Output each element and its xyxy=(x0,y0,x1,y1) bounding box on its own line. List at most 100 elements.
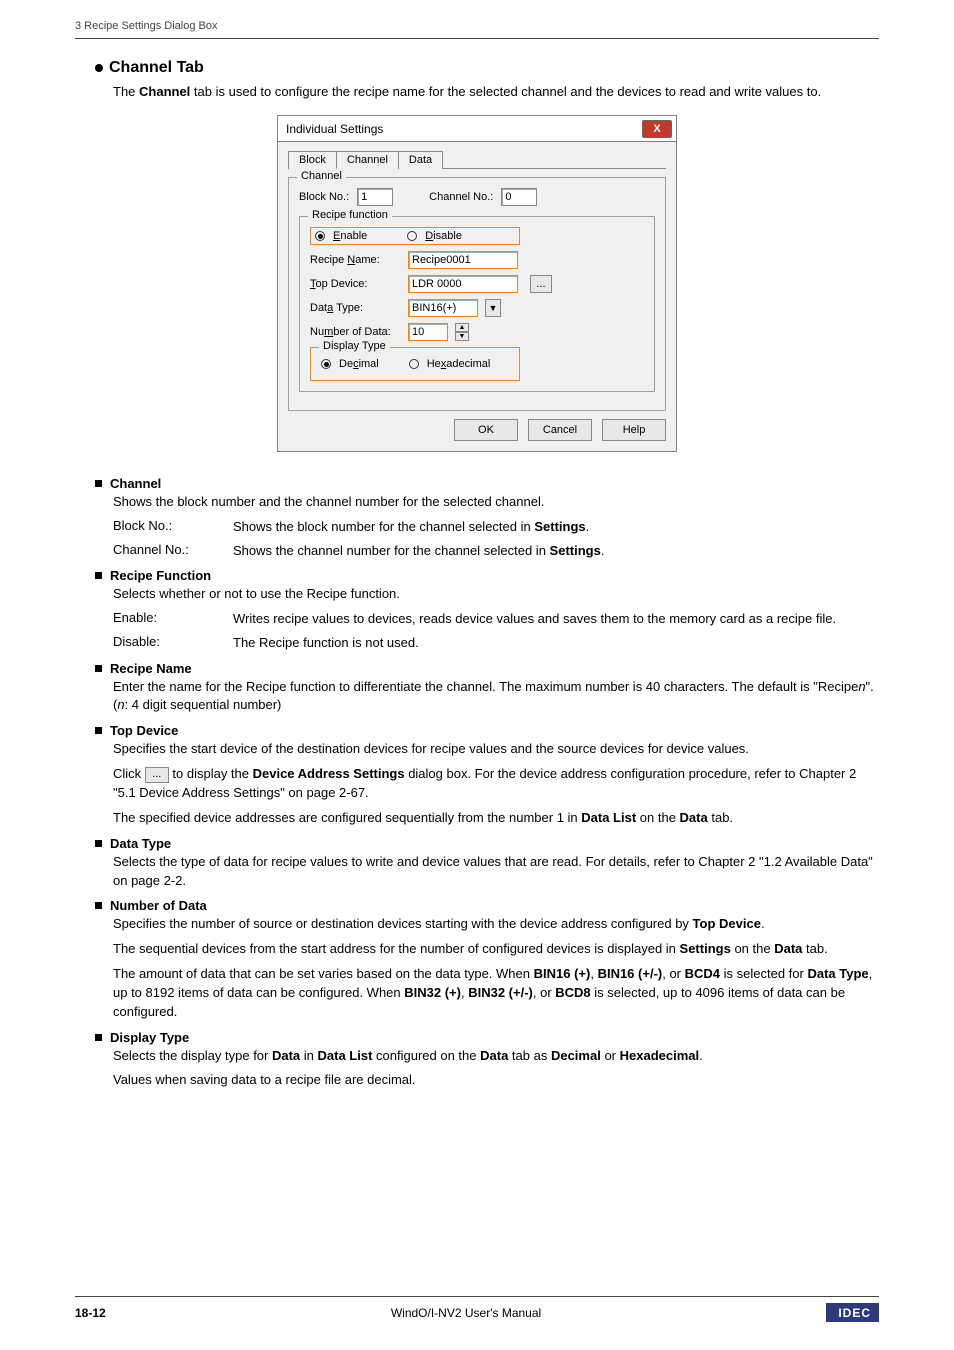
top-device-click: Click ... to display the Device Address … xyxy=(113,765,879,803)
txt: BCD8 xyxy=(555,985,590,1000)
square-bullet-icon xyxy=(95,840,102,847)
txt: Settings xyxy=(680,941,731,956)
top-device-heading: Top Device xyxy=(95,723,879,738)
txt: Hexadecimal xyxy=(620,1048,700,1063)
channel-no-value: 0 xyxy=(501,188,537,206)
txt: Channel xyxy=(139,84,190,99)
txt: or xyxy=(601,1048,620,1063)
txt: . xyxy=(586,519,590,534)
txt: , xyxy=(590,966,597,981)
spinner[interactable]: ▲ ▼ xyxy=(455,323,469,341)
spinner-down-icon[interactable]: ▼ xyxy=(455,332,469,341)
txt: n xyxy=(858,679,865,694)
square-bullet-icon xyxy=(95,902,102,909)
channel-section-desc: Shows the block number and the channel n… xyxy=(113,493,879,512)
def-term: Disable: xyxy=(113,634,233,652)
square-bullet-icon xyxy=(95,480,102,487)
txt: on the xyxy=(731,941,774,956)
radio-decimal[interactable] xyxy=(321,359,331,369)
top-device-title: Top Device xyxy=(110,723,178,738)
page-header: 3 Recipe Settings Dialog Box xyxy=(75,20,879,39)
channel-group-label: Channel xyxy=(297,170,346,182)
txt: Device Address Settings xyxy=(253,766,405,781)
close-icon[interactable]: X xyxy=(642,120,672,138)
recipe-name-input[interactable]: Recipe0001 xyxy=(408,251,518,269)
def-row: Channel No.: Shows the channel number fo… xyxy=(113,542,879,560)
txt: on the xyxy=(636,810,679,825)
tab-channel[interactable]: Channel xyxy=(336,151,399,169)
txt: Selects the display type for xyxy=(113,1048,272,1063)
number-of-data-input[interactable]: 10 xyxy=(408,323,448,341)
top-device-note: The specified device addresses are confi… xyxy=(113,809,879,828)
square-bullet-icon xyxy=(95,665,102,672)
txt: in xyxy=(300,1048,317,1063)
tab-block[interactable]: Block xyxy=(288,151,337,169)
txt: BIN16 (+) xyxy=(534,966,591,981)
data-type-heading: Data Type xyxy=(95,836,879,851)
chevron-down-icon[interactable]: ▼ xyxy=(485,299,501,317)
page-number-text: 18-12 xyxy=(75,1306,106,1320)
spinner-up-icon[interactable]: ▲ xyxy=(455,323,469,332)
txt: The sequential devices from the start ad… xyxy=(113,941,680,956)
channel-tab-desc: The Channel tab is used to configure the… xyxy=(113,83,879,101)
recipe-name-label: Recipe Name:Recipe Name: xyxy=(310,254,400,266)
def-val: Shows the block number for the channel s… xyxy=(233,518,879,536)
txt: BCD4 xyxy=(685,966,720,981)
txt: , or xyxy=(662,966,684,981)
radio-disable[interactable] xyxy=(407,231,417,241)
txt: Data xyxy=(774,941,802,956)
block-channel-row: Block No.: 1 Channel No.: 0 xyxy=(299,188,655,206)
channel-section-heading: Channel xyxy=(95,476,879,491)
recipe-function-group: Recipe function EEnablenable DDisableisa… xyxy=(299,216,655,392)
dialog-buttons: OK Cancel Help xyxy=(288,419,666,441)
display-type-p2: Values when saving data to a recipe file… xyxy=(113,1071,879,1090)
square-bullet-icon xyxy=(95,727,102,734)
top-device-row: Top Device:Top Device: LDR 0000 ... xyxy=(310,275,644,293)
txt: . xyxy=(761,916,765,931)
idec-logo: IDEC xyxy=(826,1303,879,1322)
display-type-title: Display Type xyxy=(110,1030,189,1045)
decimal-label: DecimalDecimal xyxy=(339,358,379,370)
dialog-screenshot: Individual Settings X Block Channel Data… xyxy=(277,115,677,452)
browse-button[interactable]: ... xyxy=(530,275,552,293)
def-row: Disable: The Recipe function is not used… xyxy=(113,634,879,652)
txt: tab. xyxy=(708,810,733,825)
txt: configured on the xyxy=(372,1048,480,1063)
txt: Settings xyxy=(550,543,601,558)
cancel-button[interactable]: Cancel xyxy=(528,419,592,441)
data-type-title: Data Type xyxy=(110,836,171,851)
txt: , or xyxy=(533,985,555,1000)
radio-enable[interactable] xyxy=(315,231,325,241)
block-no-label: Block No.: xyxy=(299,191,349,203)
help-button[interactable]: Help xyxy=(602,419,666,441)
def-val: Shows the channel number for the channel… xyxy=(233,542,879,560)
txt: to display the xyxy=(169,766,253,781)
number-of-data-p1: Specifies the number of source or destin… xyxy=(113,915,879,934)
number-of-data-heading: Number of Data xyxy=(95,898,879,913)
recipe-name-title: Recipe Name xyxy=(110,661,192,676)
top-device-input[interactable]: LDR 0000 xyxy=(408,275,518,293)
channel-section-title: Channel xyxy=(110,476,161,491)
txt: Click xyxy=(113,766,145,781)
channel-tab-heading: Channel Tab xyxy=(95,59,879,77)
data-type-row: Data Type:Data Type: BIN16(+) ▼ xyxy=(310,299,644,317)
number-of-data-label: Number of Data:Number of Data: xyxy=(310,326,400,338)
square-bullet-icon xyxy=(95,572,102,579)
txt: . xyxy=(699,1048,703,1063)
txt: Decimal xyxy=(551,1048,601,1063)
display-type-p1: Selects the display type for Data in Dat… xyxy=(113,1047,879,1066)
txt: The xyxy=(113,84,139,99)
txt: is selected for xyxy=(720,966,807,981)
radio-hex[interactable] xyxy=(409,359,419,369)
dialog-tabs: Block Channel Data xyxy=(288,150,666,169)
txt: Enter the name for the Recipe function t… xyxy=(113,679,858,694)
footer-center: WindO/I-NV2 User's Manual xyxy=(391,1306,541,1320)
ok-button[interactable]: OK xyxy=(454,419,518,441)
def-val: The Recipe function is not used. xyxy=(233,634,879,652)
txt: Data xyxy=(480,1048,508,1063)
txt: Data xyxy=(272,1048,300,1063)
data-type-select[interactable]: BIN16(+) xyxy=(408,299,478,317)
txt: The amount of data that can be set varie… xyxy=(113,966,534,981)
txt: tab as xyxy=(508,1048,551,1063)
tab-data[interactable]: Data xyxy=(398,151,443,169)
